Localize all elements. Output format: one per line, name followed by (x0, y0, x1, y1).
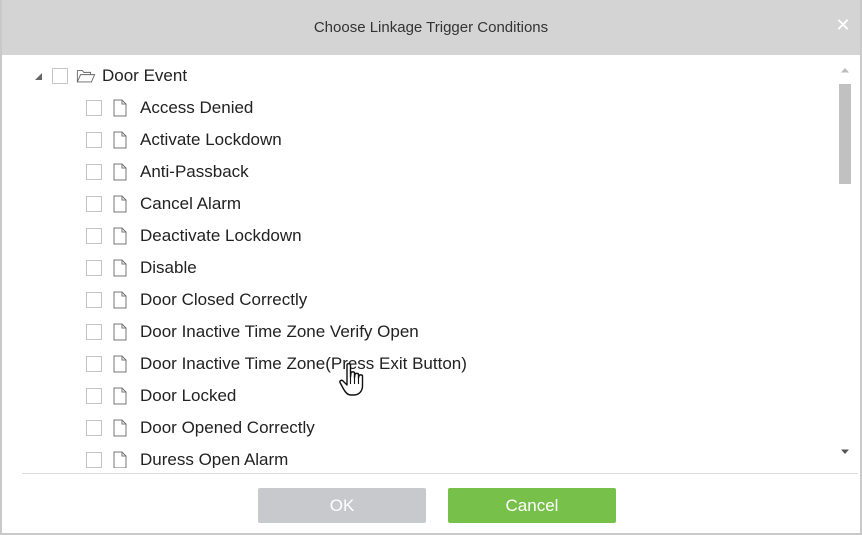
tree-item[interactable]: Door Inactive Time Zone(Press Exit Butto… (86, 348, 467, 380)
checkbox-door-event[interactable] (52, 68, 68, 84)
tree-item-label: Deactivate Lockdown (140, 226, 302, 245)
tree-item-label: Door Locked (140, 386, 237, 405)
tree-item-checkbox[interactable] (86, 196, 102, 212)
tree-item-checkbox[interactable] (86, 420, 102, 436)
scroll-down-arrow-icon[interactable] (836, 444, 854, 460)
tree-item-checkbox[interactable] (86, 356, 102, 372)
tree-item[interactable]: Door Closed Correctly (86, 284, 307, 316)
dialog-titlebar: Choose Linkage Trigger Conditions ✕ (2, 0, 860, 55)
linkage-trigger-dialog: Choose Linkage Trigger Conditions ✕ Door… (0, 0, 862, 535)
tree-item-checkbox[interactable] (86, 228, 102, 244)
close-icon[interactable]: ✕ (834, 17, 852, 35)
file-icon (110, 290, 130, 310)
tree-item[interactable]: Door Opened Correctly (86, 412, 315, 444)
file-icon (110, 98, 130, 118)
file-icon (110, 322, 130, 342)
tree-item[interactable]: Access Denied (86, 92, 253, 124)
file-icon (110, 194, 130, 214)
tree-item-label: Door Inactive Time Zone Verify Open (140, 322, 419, 341)
tree-item-checkbox[interactable] (86, 100, 102, 116)
tree-item-label: Disable (140, 258, 197, 277)
tree-item[interactable]: Anti-Passback (86, 156, 249, 188)
dialog-title: Choose Linkage Trigger Conditions (313, 19, 549, 36)
file-icon (110, 226, 130, 246)
tree-item-label: Duress Open Alarm (140, 450, 289, 468)
tree-node-label: Door Event (102, 66, 188, 85)
tree-item-label: Access Denied (140, 98, 254, 117)
footer-divider (22, 473, 858, 474)
collapse-triangle-icon[interactable] (32, 70, 44, 82)
scrollbar-thumb[interactable] (839, 84, 851, 184)
tree-item-label: Door Closed Correctly (140, 290, 308, 309)
tree-item[interactable]: Activate Lockdown (86, 124, 282, 156)
tree-item-label: Anti-Passback (140, 162, 249, 181)
file-icon (110, 354, 130, 374)
tree-item-checkbox[interactable] (86, 260, 102, 276)
tree-item-checkbox[interactable] (86, 388, 102, 404)
tree-item-checkbox[interactable] (86, 132, 102, 148)
trigger-tree: Door Event Access Denied Activate Lockdow… (10, 58, 860, 468)
ok-button[interactable]: OK (258, 488, 426, 523)
file-icon (110, 130, 130, 150)
tree-item-checkbox[interactable] (86, 324, 102, 340)
tree-item[interactable]: Door Locked (86, 380, 236, 412)
tree-node-door-event[interactable]: Door Event (32, 60, 187, 92)
tree-item-label: Door Inactive Time Zone(Press Exit Butto… (140, 354, 467, 373)
tree-item-label: Cancel Alarm (140, 194, 242, 213)
tree-item-label: Door Opened Correctly (140, 418, 315, 437)
tree-item[interactable]: Door Inactive Time Zone Verify Open (86, 316, 419, 348)
vertical-scrollbar[interactable] (836, 58, 854, 468)
file-icon (110, 450, 130, 468)
tree-item-checkbox[interactable] (86, 292, 102, 308)
tree-item[interactable]: Disable (86, 252, 197, 284)
tree-item[interactable]: Cancel Alarm (86, 188, 241, 220)
cancel-button[interactable]: Cancel (448, 488, 616, 523)
scroll-up-arrow-icon[interactable] (836, 62, 854, 78)
file-icon (110, 418, 130, 438)
tree-item-label: Activate Lockdown (140, 130, 282, 149)
tree-item[interactable]: Deactivate Lockdown (86, 220, 302, 252)
file-icon (110, 258, 130, 278)
tree-item-checkbox[interactable] (86, 164, 102, 180)
folder-open-icon (76, 66, 96, 86)
file-icon (110, 386, 130, 406)
tree-item[interactable]: Duress Open Alarm (86, 444, 288, 468)
tree-item-checkbox[interactable] (86, 452, 102, 468)
file-icon (110, 162, 130, 182)
